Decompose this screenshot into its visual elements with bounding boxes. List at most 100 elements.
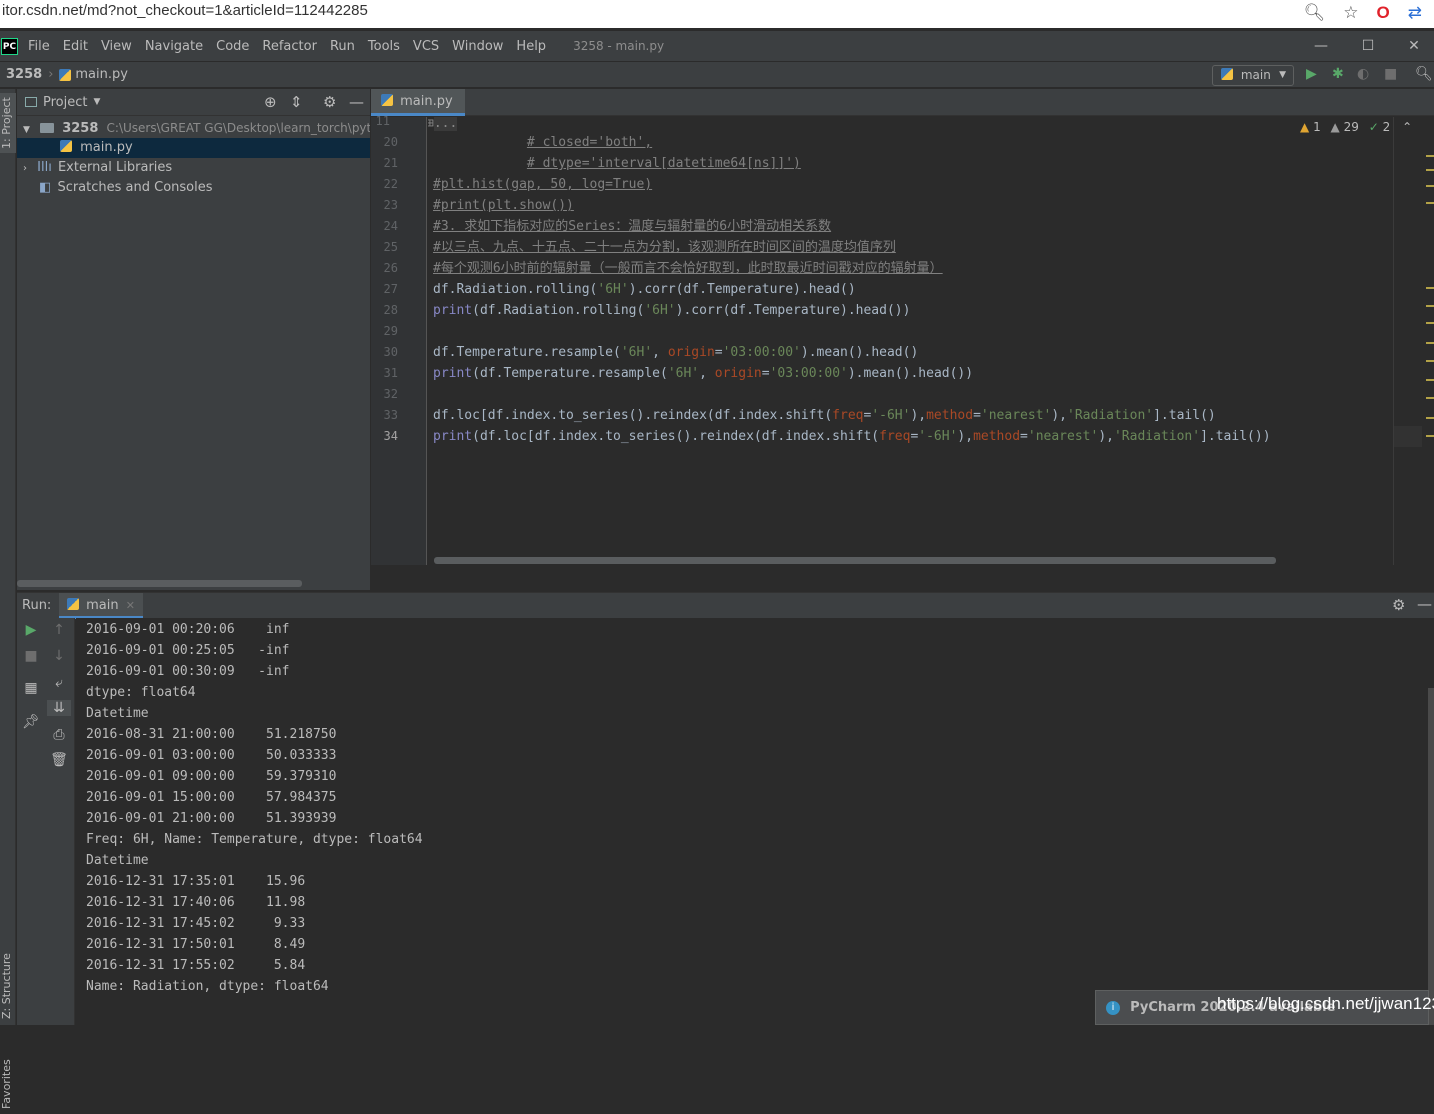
soft-wrap-icon[interactable]: ⤶ — [49, 675, 69, 691]
warning-marker[interactable] — [1426, 397, 1434, 399]
console-output[interactable]: 2016-09-01 00:20:06 inf 2016-09-01 00:25… — [76, 618, 1434, 1025]
editor-horizontal-scrollbar[interactable] — [434, 557, 1276, 564]
fold-toggle-icon[interactable]: ⊞ — [428, 117, 434, 131]
breadcrumb-project[interactable]: 3258 — [6, 67, 42, 82]
root-folder-path: C:\Users\GREAT GG\Desktop\learn_torch\py… — [106, 121, 370, 135]
tab-project[interactable]: 1: Project — [0, 93, 16, 153]
run-tab-main[interactable]: main ✕ — [59, 593, 143, 619]
pin-icon[interactable]: 📌︎ — [21, 714, 41, 730]
search-everywhere-icon[interactable]: 🔍︎ — [1415, 66, 1433, 82]
chevron-down-icon[interactable]: ▼ — [93, 97, 100, 107]
arrow-down-icon[interactable]: ↓ — [49, 648, 69, 664]
browser-url-bar[interactable]: itor.csdn.net/md?not_checkout=1&articleI… — [0, 0, 1434, 28]
warning-marker[interactable] — [1426, 287, 1434, 289]
breadcrumb-file[interactable]: main.py — [75, 67, 128, 82]
menu-refactor[interactable]: Refactor — [262, 39, 317, 54]
warning-marker[interactable] — [1426, 185, 1434, 187]
scroll-to-end-icon[interactable]: ⇊ — [47, 700, 71, 716]
maximize-icon[interactable]: ☐ — [1345, 31, 1391, 61]
tab-structure[interactable]: Z: Structure — [0, 951, 16, 1021]
warning-marker[interactable] — [1426, 202, 1434, 204]
close-tab-icon[interactable]: ✕ — [126, 599, 135, 612]
menu-edit[interactable]: Edit — [63, 39, 88, 54]
run-configuration-select[interactable]: main ▼ — [1212, 65, 1294, 86]
python-icon — [67, 598, 79, 610]
warning-marker[interactable] — [1426, 417, 1434, 419]
line-number-current: 34 — [383, 429, 398, 443]
tree-external-label: External Libraries — [57, 160, 173, 175]
menu-run[interactable]: Run — [330, 39, 355, 54]
tree-file-main-py[interactable]: main.py — [17, 138, 370, 158]
output-line: 2016-09-01 00:30:09 -inf — [86, 664, 290, 679]
locate-file-icon[interactable]: ⊕ — [264, 93, 277, 111]
warning-marker[interactable] — [1426, 360, 1434, 362]
warning-marker[interactable] — [1426, 305, 1434, 307]
menu-vcs[interactable]: VCS — [413, 39, 439, 54]
url-text[interactable]: itor.csdn.net/md?not_checkout=1&articleI… — [2, 2, 368, 19]
print-icon[interactable]: ⎙ — [49, 727, 69, 743]
menu-code[interactable]: Code — [216, 39, 249, 54]
coverage-icon[interactable]: ◐ — [1357, 66, 1369, 82]
tab-favorites[interactable]: Favorites — [0, 1054, 16, 1114]
layout-icon[interactable]: ▦ — [21, 680, 41, 696]
menu-file[interactable]: File — [28, 39, 50, 54]
tree-file-label: main.py — [80, 140, 133, 155]
close-window-icon[interactable]: ✕ — [1391, 31, 1434, 61]
error-icon: ▲ — [1300, 120, 1310, 134]
zoom-icon[interactable]: 🔍︎ — [1304, 2, 1326, 24]
stop-icon[interactable]: ■ — [1384, 66, 1397, 82]
trash-icon[interactable]: 🗑︎ — [49, 752, 69, 768]
panel-splitter[interactable] — [371, 566, 1434, 590]
opera-icon[interactable]: O — [1377, 2, 1390, 24]
console-vertical-scrollbar[interactable] — [1428, 688, 1434, 1025]
chevron-up-icon[interactable]: ⌃ — [1402, 120, 1412, 134]
hide-panel-icon[interactable]: — — [349, 93, 364, 111]
code-line: df.loc[df.index.to_series().reindex(df.i… — [433, 408, 1216, 423]
arrow-up-icon[interactable]: ↑ — [49, 622, 69, 638]
menu-navigate[interactable]: Navigate — [145, 39, 203, 54]
project-horizontal-scrollbar[interactable] — [17, 580, 302, 587]
project-panel-header: Project ▼ ⊕ ⇕ ⚙ — — [17, 89, 370, 116]
gear-icon[interactable]: ⚙ — [323, 93, 336, 111]
tree-scratches[interactable]: ◧ Scratches and Consoles — [17, 178, 370, 198]
chevron-down-icon[interactable]: ▼ — [23, 125, 30, 135]
output-line: 2016-09-01 15:00:00 57.984375 — [86, 790, 337, 805]
menu-tools[interactable]: Tools — [368, 39, 400, 54]
output-line: 2016-09-01 00:20:06 inf — [86, 622, 290, 637]
tree-external-libraries[interactable]: › Illı External Libraries — [17, 158, 370, 178]
error-stripe[interactable] — [1422, 117, 1434, 565]
warning-marker[interactable] — [1426, 342, 1434, 344]
rerun-icon[interactable]: ▶ — [21, 622, 41, 638]
menu-help[interactable]: Help — [516, 39, 546, 54]
run-panel-label: Run: — [22, 598, 52, 613]
inspection-widget[interactable]: ▲ 1 ▲ 29 ✓ 2 ⌃ ⌄ — [1300, 120, 1434, 134]
python-file-icon — [381, 94, 393, 106]
warning-marker[interactable] — [1426, 379, 1434, 381]
hide-panel-icon[interactable]: — — [1417, 595, 1432, 613]
collapse-all-icon[interactable]: ⇕ — [290, 93, 303, 111]
project-view-label[interactable]: Project — [43, 95, 87, 110]
warning-marker[interactable] — [1426, 322, 1434, 324]
run-tab-label: main — [86, 598, 119, 613]
tree-root-folder[interactable]: ▼ 3258 C:\Users\GREAT GG\Desktop\learn_t… — [17, 118, 370, 138]
output-line: Datetime — [86, 853, 149, 868]
minimize-icon[interactable]: — — [1298, 31, 1344, 61]
gear-icon[interactable]: ⚙ — [1392, 596, 1405, 614]
chevron-right-icon[interactable]: › — [23, 163, 27, 174]
stop-icon[interactable]: ■ — [21, 648, 41, 664]
menu-window[interactable]: Window — [452, 39, 503, 54]
menu-view[interactable]: View — [101, 39, 132, 54]
code-line: print(df.loc[df.index.to_series().reinde… — [433, 429, 1271, 444]
warning-marker[interactable] — [1426, 435, 1434, 437]
line-number-gutter: 11 20 21 22 23 24 25 26 27 28 29 30 31 3… — [371, 114, 427, 565]
sync-icon[interactable]: ⇄ — [1408, 2, 1422, 24]
menu-bar: PC File Edit View Navigate Code Refactor… — [0, 31, 1434, 61]
warning-marker[interactable] — [1426, 169, 1434, 171]
project-view-icon — [25, 97, 37, 107]
debug-icon[interactable]: ✱ — [1332, 66, 1344, 82]
code-editor[interactable]: ⊞... # closed='both', # dtype='interval[… — [428, 117, 1393, 565]
run-icon[interactable]: ▶ — [1306, 66, 1317, 82]
warning-marker[interactable] — [1426, 155, 1434, 157]
bookmark-star-icon[interactable]: ☆ — [1343, 2, 1358, 24]
output-line: 2016-09-01 03:00:00 50.033333 — [86, 748, 337, 763]
